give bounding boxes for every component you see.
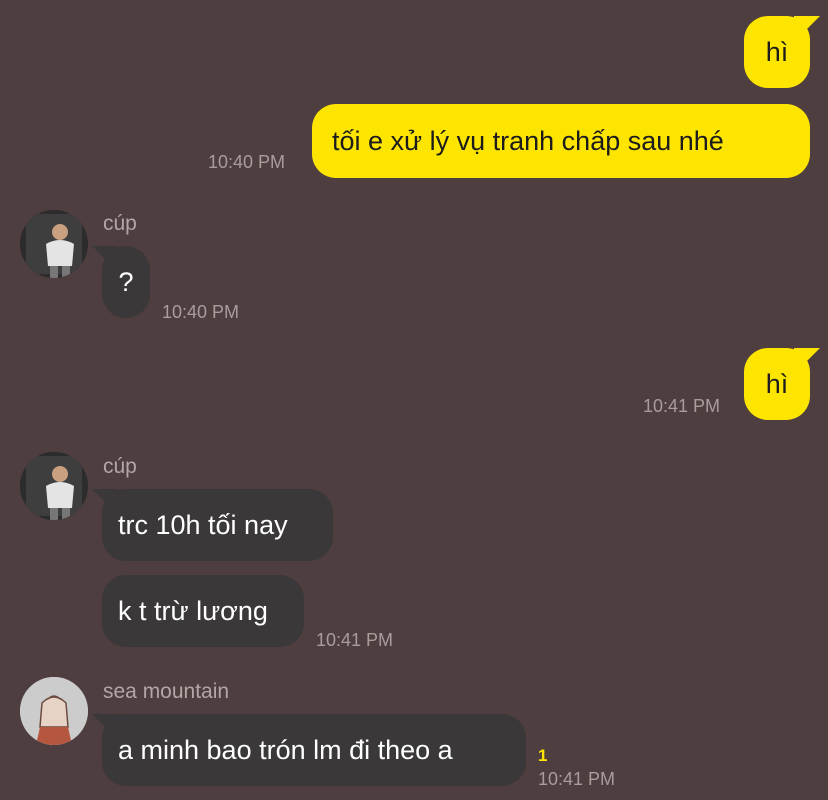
person-photo-icon — [20, 210, 88, 278]
sender-name: cúp — [103, 455, 137, 478]
received-message-bubble[interactable]: trc 10h tối nay — [102, 489, 333, 561]
sender-name: cúp — [103, 212, 137, 235]
received-message-bubble[interactable]: a minh bao trón lm đi theo a — [102, 714, 526, 786]
message-timestamp: 10:40 PM — [208, 152, 286, 172]
message-text: ? — [118, 266, 134, 297]
avatar-cup[interactable] — [20, 452, 88, 520]
unread-count: 1 — [538, 746, 548, 765]
message-text: k t trừ lương — [118, 595, 268, 626]
sent-message-bubble[interactable]: hì — [744, 348, 810, 420]
avatar-sea-mountain[interactable] — [20, 677, 88, 745]
message-timestamp: 10:40 PM — [162, 302, 240, 322]
message-text: a minh bao trón lm đi theo a — [118, 734, 453, 765]
message-timestamp: 10:41 PM — [316, 630, 394, 650]
message-text: hì — [765, 36, 789, 67]
sender-name: sea mountain — [103, 680, 230, 703]
message-timestamp: 10:41 PM — [538, 769, 616, 789]
avatar-cup[interactable] — [20, 210, 88, 278]
drawing-icon — [20, 677, 88, 745]
message-text: trc 10h tối nay — [118, 509, 288, 540]
person-photo-icon — [20, 452, 88, 520]
received-message-bubble[interactable]: k t trừ lương — [102, 575, 304, 647]
message-timestamp: 10:41 PM — [643, 396, 721, 416]
sent-message-bubble[interactable]: hì — [744, 16, 810, 88]
message-text: tối e xử lý vụ tranh chấp sau nhé — [332, 125, 724, 156]
chat-window: hì tối e xử lý vụ tranh chấp sau nhé 10:… — [0, 0, 828, 800]
sent-message-bubble[interactable]: tối e xử lý vụ tranh chấp sau nhé — [312, 104, 810, 178]
received-message-bubble[interactable]: ? — [102, 246, 150, 318]
message-text: hì — [765, 368, 789, 399]
